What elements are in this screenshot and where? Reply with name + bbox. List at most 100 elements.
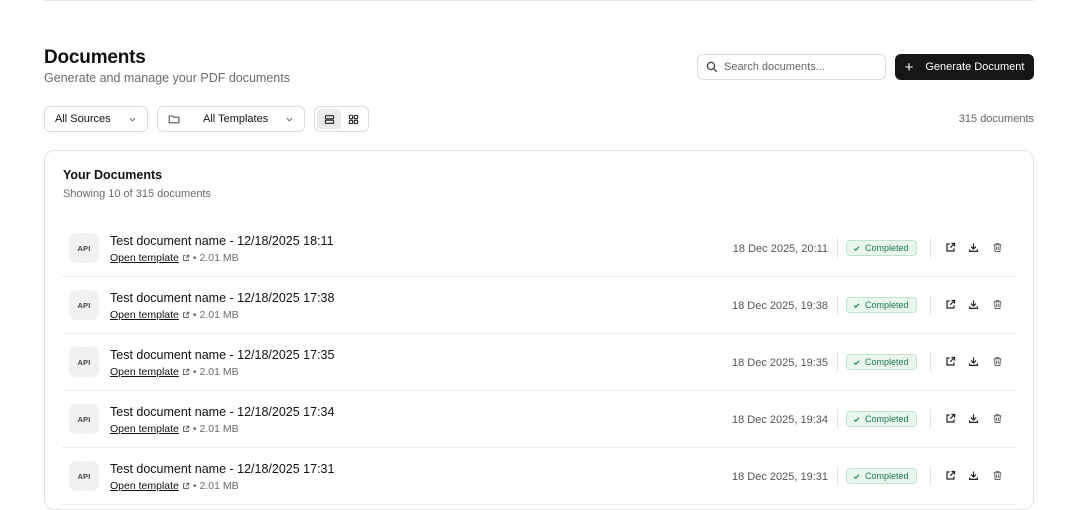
download-button[interactable] (967, 355, 980, 368)
delete-button[interactable] (991, 355, 1004, 368)
search-box[interactable] (697, 54, 886, 80)
external-link-icon (183, 425, 190, 432)
status-badge: Completed (846, 468, 917, 484)
grid-view-button[interactable] (341, 109, 365, 129)
plus-icon: + (904, 58, 914, 76)
document-date: 18 Dec 2025, 19:38 (731, 300, 828, 312)
grid-view-icon (348, 114, 358, 124)
delete-button[interactable] (991, 469, 1004, 482)
document-meta: Open template • 2.01 MB (110, 309, 239, 321)
document-date: 18 Dec 2025, 19:31 (731, 471, 828, 483)
trash-icon (993, 414, 1002, 424)
open-external-icon (946, 356, 956, 366)
page-title: Documents (44, 47, 146, 68)
document-date: 18 Dec 2025, 19:34 (731, 414, 828, 426)
check-icon (853, 359, 860, 365)
sources-filter-select[interactable]: All Sources (44, 106, 148, 132)
row-divider (930, 295, 931, 315)
document-row[interactable]: API Test document name - 12/18/2025 17:3… (62, 391, 1016, 448)
open-external-icon (946, 470, 956, 480)
delete-button[interactable] (991, 298, 1004, 311)
download-icon (969, 471, 978, 480)
document-row[interactable]: API Test document name - 12/18/2025 17:3… (62, 448, 1016, 505)
download-button[interactable] (967, 241, 980, 254)
row-divider (930, 466, 931, 486)
status-label: Completed (865, 243, 909, 253)
download-button[interactable] (967, 298, 980, 311)
list-view-button[interactable] (317, 109, 341, 129)
external-link-icon (183, 482, 190, 489)
delete-button[interactable] (991, 412, 1004, 425)
document-name: Test document name - 12/18/2025 17:35 (110, 348, 335, 362)
download-icon (969, 357, 978, 366)
api-source-badge: API (69, 404, 99, 434)
document-size: • 2.01 MB (192, 423, 239, 435)
api-source-badge: API (69, 347, 99, 377)
chevron-down-icon (129, 117, 136, 122)
open-document-button[interactable] (944, 241, 957, 254)
document-count: 315 documents (958, 113, 1034, 125)
open-document-button[interactable] (944, 355, 957, 368)
document-row[interactable]: API Test document name - 12/18/2025 17:3… (62, 277, 1016, 334)
row-divider (930, 238, 931, 258)
document-size: • 2.01 MB (192, 309, 239, 321)
document-date: 18 Dec 2025, 20:11 (732, 243, 828, 255)
open-document-button[interactable] (944, 469, 957, 482)
documents-page: Documents Generate and manage your PDF d… (44, 0, 1034, 510)
trash-icon (993, 243, 1002, 253)
document-size: • 2.01 MB (192, 480, 239, 492)
status-badge: Completed (846, 354, 917, 370)
page-subtitle: Generate and manage your PDF documents (44, 71, 290, 85)
status-label: Completed (865, 300, 909, 310)
download-button[interactable] (967, 469, 980, 482)
document-meta: Open template • 2.01 MB (110, 480, 239, 492)
open-template-link[interactable]: Open template (110, 480, 179, 492)
templates-filter-select[interactable]: All Templates (157, 106, 305, 132)
generate-document-button[interactable]: + Generate Document (895, 54, 1034, 80)
document-name: Test document name - 12/18/2025 17:31 (110, 462, 335, 476)
search-icon (706, 61, 718, 73)
check-icon (853, 302, 860, 308)
status-label: Completed (865, 357, 909, 367)
status-badge: Completed (846, 297, 917, 313)
document-date: 18 Dec 2025, 19:35 (731, 357, 828, 369)
row-divider (930, 409, 931, 429)
document-row[interactable]: API Test document name - 12/18/2025 18:1… (62, 220, 1016, 277)
document-name: Test document name - 12/18/2025 17:38 (110, 291, 335, 305)
open-external-icon (946, 299, 956, 309)
document-meta: Open template • 2.01 MB (110, 423, 239, 435)
card-subtitle: Showing 10 of 315 documents (63, 188, 211, 200)
search-input[interactable] (724, 61, 874, 73)
open-document-button[interactable] (944, 412, 957, 425)
download-button[interactable] (967, 412, 980, 425)
check-icon (853, 473, 860, 479)
delete-button[interactable] (991, 241, 1004, 254)
external-link-icon (183, 254, 190, 261)
document-name: Test document name - 12/18/2025 17:34 (110, 405, 335, 419)
trash-icon (993, 357, 1002, 367)
folder-icon (168, 115, 180, 124)
view-mode-toggle (314, 106, 369, 132)
card-title: Your Documents (63, 168, 163, 182)
row-divider (837, 409, 838, 429)
api-source-badge: API (69, 290, 99, 320)
open-template-link[interactable]: Open template (110, 309, 179, 321)
list-view-icon (324, 114, 334, 124)
open-document-button[interactable] (944, 298, 957, 311)
open-template-link[interactable]: Open template (110, 252, 179, 264)
row-divider (837, 352, 838, 372)
chevron-down-icon (286, 117, 293, 122)
document-size: • 2.01 MB (192, 366, 239, 378)
download-icon (969, 300, 978, 309)
download-icon (969, 243, 978, 252)
sources-filter-value: All Sources (55, 113, 111, 125)
open-template-link[interactable]: Open template (110, 423, 179, 435)
api-source-badge: API (69, 233, 99, 263)
document-size: • 2.01 MB (192, 252, 239, 264)
external-link-icon (183, 311, 190, 318)
row-divider (837, 295, 838, 315)
document-row[interactable]: API Test document name - 12/18/2025 17:3… (62, 334, 1016, 391)
trash-icon (993, 471, 1002, 481)
open-template-link[interactable]: Open template (110, 366, 179, 378)
templates-filter-value: All Templates (203, 113, 269, 125)
